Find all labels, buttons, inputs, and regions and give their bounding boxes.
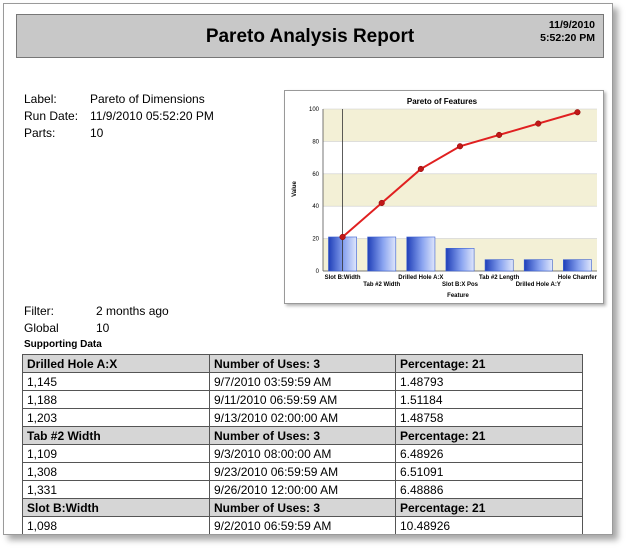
supporting-data-table: Drilled Hole A:X Number of Uses: 3 Percent… xyxy=(22,354,583,534)
row-date-cell: 9/3/2010 08:00:00 AM xyxy=(209,444,396,463)
chart-bar xyxy=(484,259,514,272)
group-uses-cell: Number of Uses: 3 xyxy=(209,498,396,517)
x-tick-label: Drilled Hole A:Y xyxy=(516,282,561,288)
meta-filter-value: 2 months ago xyxy=(96,304,169,318)
row-value-cell: 6.48926 xyxy=(395,444,583,463)
x-tick-label: Tab #2 Length xyxy=(479,275,520,281)
meta-parts-key: Parts: xyxy=(24,126,56,140)
row-id-cell: 1,145 xyxy=(22,372,210,391)
pareto-chart: Pareto of Features Value Feature 0 20 40 60… xyxy=(284,90,604,304)
meta-parts-value: 10 xyxy=(90,126,104,140)
chart-band xyxy=(323,109,597,142)
x-tick-label: Slot B:Width xyxy=(325,275,361,281)
meta-rundate-key: Run Date: xyxy=(24,109,79,123)
cumulative-point xyxy=(574,109,581,116)
table-row: 1,203 9/13/2010 02:00:00 AM 1.48758 xyxy=(22,408,583,427)
chart-bar xyxy=(563,259,592,272)
report-date: 11/9/2010 xyxy=(548,19,595,31)
row-id-cell: 1,188 xyxy=(22,390,210,409)
cumulative-point xyxy=(535,120,542,127)
meta-label-value: Pareto of Dimensions xyxy=(90,92,205,106)
group-name-cell: Slot B:Width xyxy=(22,498,210,517)
group-pct-cell: Percentage: 21 xyxy=(395,498,583,517)
chart-plot-area: 020406080100Slot B:WidthTab #2 WidthDril… xyxy=(309,107,598,288)
row-value-cell: 1.51184 xyxy=(395,390,583,409)
y-tick-label: 20 xyxy=(312,237,319,243)
row-value-cell: 6.48886 xyxy=(395,480,583,499)
cumulative-point xyxy=(378,199,385,207)
row-id-cell: 1,308 xyxy=(22,462,210,481)
report-datetime: 11/9/2010 5:52:20 PM xyxy=(540,19,595,45)
report-page: Pareto Analysis Report 11/9/2010 5:52:20… xyxy=(3,3,613,535)
table-row: 1,109 9/3/2010 08:00:00 AM 6.48926 xyxy=(22,444,583,463)
y-tick-label: 60 xyxy=(312,172,319,178)
row-date-cell: 9/11/2010 06:59:59 AM xyxy=(209,390,396,409)
group-header-row: Tab #2 Width Number of Uses: 3 Percentage:… xyxy=(22,426,583,445)
table-row: 1,145 9/7/2010 03:59:59 AM 1.48793 xyxy=(22,372,583,391)
report-header: Pareto Analysis Report 11/9/2010 5:52:20… xyxy=(16,14,604,58)
group-pct-cell: Percentage: 21 xyxy=(395,426,583,445)
cumulative-point xyxy=(496,131,503,138)
group-header-row: Slot B:Width Number of Uses: 3 Percentage:… xyxy=(22,498,583,517)
y-tick-label: 80 xyxy=(312,139,319,145)
report-title: Pareto Analysis Report xyxy=(205,26,415,47)
report-time: 5:52:20 PM xyxy=(540,32,595,44)
row-value-cell: 1.48758 xyxy=(395,408,583,427)
meta-rundate-value: 11/9/2010 05:52:20 PM xyxy=(90,109,214,123)
supporting-data-label: Supporting Data xyxy=(24,339,102,350)
row-id-cell: 1,109 xyxy=(22,444,210,463)
chart-band xyxy=(323,173,597,207)
row-date-cell: 9/7/2010 03:59:59 AM xyxy=(209,372,396,391)
y-tick-label: 40 xyxy=(312,204,319,210)
row-value-cell: 10.48926 xyxy=(395,516,583,534)
x-tick-label: Tab #2 Width xyxy=(363,282,400,288)
pareto-chart-svg: Pareto of Features Value Feature 0 20 40 60… xyxy=(292,97,598,299)
group-uses-cell: Number of Uses: 3 xyxy=(209,354,396,373)
chart-bar xyxy=(406,236,436,272)
meta-global-key: Global xyxy=(24,321,59,335)
x-tick-label: Drilled Hole A:X xyxy=(398,275,443,281)
meta-global-value: 10 xyxy=(96,321,110,335)
x-tick-label: Slot B:X Pos xyxy=(442,282,479,288)
row-id-cell: 1,203 xyxy=(22,408,210,427)
chart-xlabel: Feature xyxy=(447,293,469,299)
group-pct-cell: Percentage: 21 xyxy=(395,354,583,373)
chart-bar xyxy=(445,248,475,272)
table-row: 1,308 9/23/2010 06:59:59 AM 6.51091 xyxy=(22,462,583,481)
row-date-cell: 9/2/2010 06:59:59 AM xyxy=(209,516,396,534)
chart-title: Pareto of Features xyxy=(407,97,478,106)
meta-label-key: Label: xyxy=(24,92,57,106)
meta-filter-key: Filter: xyxy=(24,304,54,318)
group-uses-cell: Number of Uses: 3 xyxy=(209,426,396,445)
row-date-cell: 9/26/2010 12:00:00 AM xyxy=(209,480,396,499)
row-id-cell: 1,331 xyxy=(22,480,210,499)
y-tick-label: 0 xyxy=(316,269,320,275)
chart-bar xyxy=(523,259,553,272)
chart-bar xyxy=(367,236,397,272)
cumulative-point xyxy=(417,165,424,172)
row-value-cell: 1.48793 xyxy=(395,372,583,391)
cumulative-point xyxy=(456,143,464,150)
row-id-cell: 1,098 xyxy=(22,516,210,534)
row-date-cell: 9/23/2010 06:59:59 AM xyxy=(209,462,396,481)
row-value-cell: 6.51091 xyxy=(395,462,583,481)
chart-ylabel: Value xyxy=(292,181,298,197)
row-date-cell: 9/13/2010 02:00:00 AM xyxy=(209,408,396,427)
group-name-cell: Drilled Hole A:X xyxy=(22,354,210,373)
group-name-cell: Tab #2 Width xyxy=(22,426,210,445)
y-tick-label: 100 xyxy=(309,107,320,113)
cumulative-point xyxy=(339,233,346,241)
table-row: 1,188 9/11/2010 06:59:59 AM 1.51184 xyxy=(22,390,583,409)
table-row: 1,098 9/2/2010 06:59:59 AM 10.48926 xyxy=(22,516,583,534)
group-header-row: Drilled Hole A:X Number of Uses: 3 Percent… xyxy=(22,354,583,373)
table-row: 1,331 9/26/2010 12:00:00 AM 6.48886 xyxy=(22,480,583,499)
x-tick-label: Hole Chamfer xyxy=(558,275,598,281)
